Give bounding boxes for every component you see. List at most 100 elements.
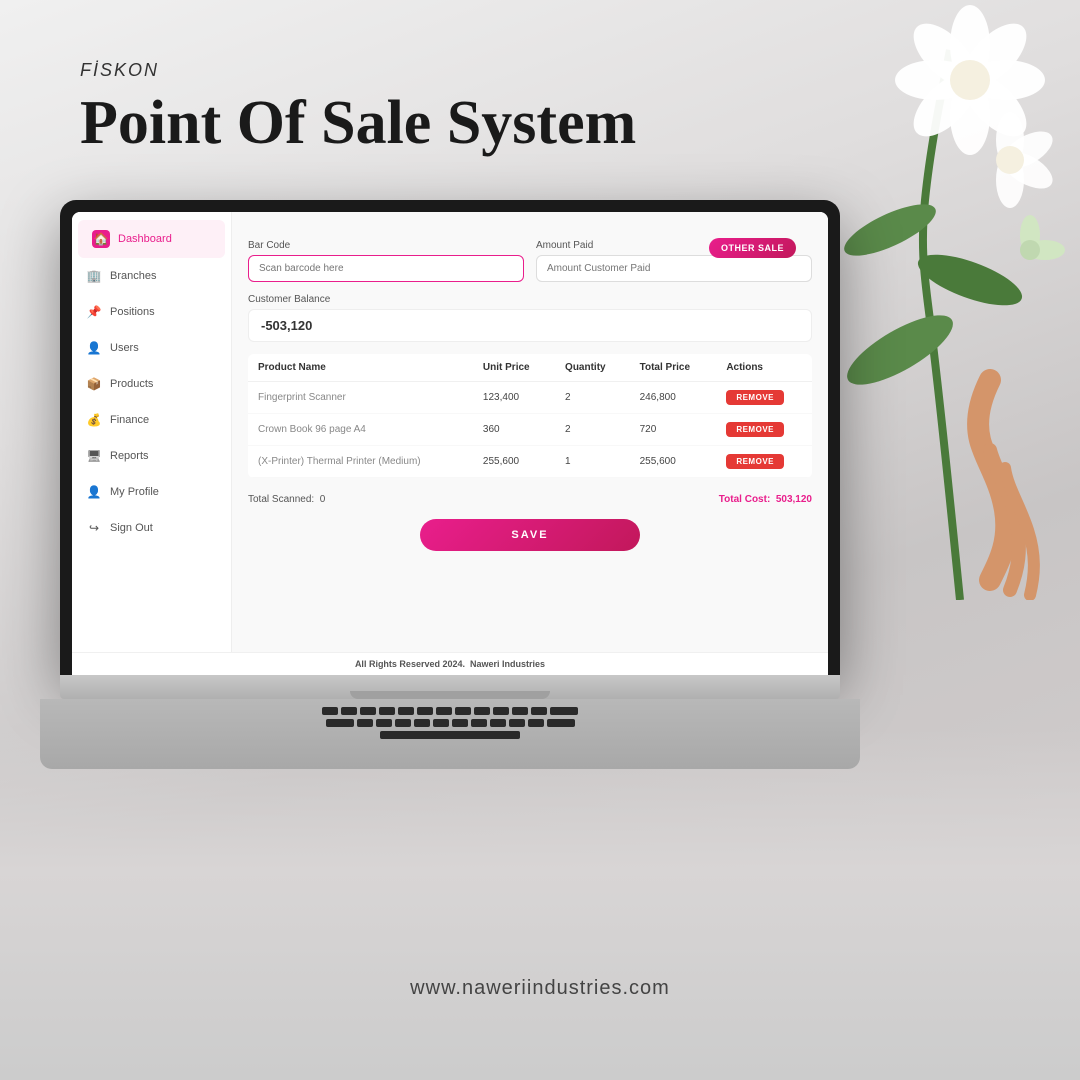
- sidebar-label-users: Users: [110, 342, 139, 354]
- amount-input[interactable]: [536, 255, 812, 282]
- quantity-cell: 1: [555, 446, 630, 478]
- key: [357, 719, 373, 727]
- laptop-keyboard: [40, 699, 860, 769]
- product-name-cell: (X-Printer) Thermal Printer (Medium): [248, 446, 473, 478]
- unit-price-cell: 255,600: [473, 446, 555, 478]
- key: [455, 707, 471, 715]
- sidebar-item-reports[interactable]: 🖥 Reports: [72, 438, 231, 474]
- home-icon: 🏠: [92, 230, 110, 248]
- balance-label: Customer Balance: [248, 294, 812, 305]
- sidebar: 🏠 Dashboard 🏢 Branches 📌 Positions 👤 Use…: [72, 212, 232, 652]
- col-actions: Actions: [716, 354, 812, 382]
- branding-area: FİSKON Point Of Sale System: [80, 60, 636, 157]
- website-url: www.naweriindustries.com: [410, 977, 670, 1000]
- remove-button-2[interactable]: REMOVE: [726, 454, 784, 469]
- barcode-label: Bar Code: [248, 240, 524, 251]
- col-quantity: Quantity: [555, 354, 630, 382]
- app-footer: All Rights Reserved 2024. Naweri Industr…: [72, 652, 828, 675]
- table-footer: Total Scanned: 0 Total Cost: 503,120: [248, 490, 812, 509]
- products-table: Product Name Unit Price Quantity Total P…: [248, 354, 812, 478]
- laptop-screen-frame: 🏠 Dashboard 🏢 Branches 📌 Positions 👤 Use…: [60, 200, 840, 675]
- laptop-screen: 🏠 Dashboard 🏢 Branches 📌 Positions 👤 Use…: [72, 212, 828, 675]
- desk-surface: [0, 730, 1080, 1080]
- sidebar-item-branches[interactable]: 🏢 Branches: [72, 258, 231, 294]
- sidebar-item-dashboard[interactable]: 🏠 Dashboard: [78, 220, 225, 258]
- key: [512, 707, 528, 715]
- balance-section: Customer Balance -503,120: [248, 294, 812, 342]
- key: [509, 719, 525, 727]
- key: [398, 707, 414, 715]
- save-button[interactable]: SAVE: [420, 519, 640, 551]
- company-name: FİSKON: [80, 60, 636, 81]
- key: [531, 707, 547, 715]
- finance-icon: 💰: [86, 412, 102, 428]
- total-price-cell: 246,800: [630, 382, 717, 414]
- myprofile-icon: 👤: [86, 484, 102, 500]
- quantity-cell: 2: [555, 414, 630, 446]
- key: [417, 707, 433, 715]
- total-cost: Total Cost: 503,120: [719, 494, 812, 505]
- sidebar-label-branches: Branches: [110, 270, 156, 282]
- sidebar-item-positions[interactable]: 📌 Positions: [72, 294, 231, 330]
- key: [474, 707, 490, 715]
- barcode-group: Bar Code: [248, 240, 524, 282]
- balance-value: -503,120: [248, 309, 812, 342]
- remove-button-0[interactable]: REMOVE: [726, 390, 784, 405]
- key: [547, 719, 575, 727]
- sidebar-item-products[interactable]: 📦 Products: [72, 366, 231, 402]
- sidebar-label-signout: Sign Out: [110, 522, 153, 534]
- pos-app: 🏠 Dashboard 🏢 Branches 📌 Positions 👤 Use…: [72, 212, 828, 652]
- key: [528, 719, 544, 727]
- col-unit-price: Unit Price: [473, 354, 555, 382]
- table-row: Fingerprint Scanner 123,400 2 246,800 RE…: [248, 382, 812, 414]
- actions-cell: REMOVE: [716, 414, 812, 446]
- total-price-cell: 720: [630, 414, 717, 446]
- unit-price-cell: 360: [473, 414, 555, 446]
- barcode-input[interactable]: [248, 255, 524, 282]
- key: [433, 719, 449, 727]
- quantity-cell: 2: [555, 382, 630, 414]
- spacebar: [380, 731, 520, 739]
- sidebar-label-dashboard: Dashboard: [118, 233, 172, 245]
- signout-icon: ↪: [86, 520, 102, 536]
- key: [490, 719, 506, 727]
- users-icon: 👤: [86, 340, 102, 356]
- laptop: 🏠 Dashboard 🏢 Branches 📌 Positions 👤 Use…: [60, 200, 840, 769]
- total-scanned: Total Scanned: 0: [248, 494, 325, 505]
- table-row: (X-Printer) Thermal Printer (Medium) 255…: [248, 446, 812, 478]
- laptop-base: [60, 675, 840, 699]
- unit-price-cell: 123,400: [473, 382, 555, 414]
- product-name-cell: Crown Book 96 page A4: [248, 414, 473, 446]
- key: [326, 719, 354, 727]
- branches-icon: 🏢: [86, 268, 102, 284]
- sidebar-label-finance: Finance: [110, 414, 149, 426]
- key: [360, 707, 376, 715]
- total-price-cell: 255,600: [630, 446, 717, 478]
- sidebar-label-positions: Positions: [110, 306, 155, 318]
- sidebar-item-finance[interactable]: 💰 Finance: [72, 402, 231, 438]
- other-sale-button[interactable]: OTHER SALE: [709, 238, 796, 258]
- keyboard-keys: [40, 699, 860, 747]
- key: [395, 719, 411, 727]
- actions-cell: REMOVE: [716, 446, 812, 478]
- sidebar-label-products: Products: [110, 378, 153, 390]
- sidebar-item-myprofile[interactable]: 👤 My Profile: [72, 474, 231, 510]
- tagline: Point Of Sale System: [80, 89, 636, 157]
- table-row: Crown Book 96 page A4 360 2 720 REMOVE: [248, 414, 812, 446]
- sidebar-item-users[interactable]: 👤 Users: [72, 330, 231, 366]
- remove-button-1[interactable]: REMOVE: [726, 422, 784, 437]
- sidebar-item-signout[interactable]: ↪ Sign Out: [72, 510, 231, 546]
- key: [471, 719, 487, 727]
- col-total-price: Total Price: [630, 354, 717, 382]
- key: [452, 719, 468, 727]
- sidebar-label-myprofile: My Profile: [110, 486, 159, 498]
- key: [493, 707, 509, 715]
- key: [341, 707, 357, 715]
- key: [376, 719, 392, 727]
- key: [379, 707, 395, 715]
- key: [414, 719, 430, 727]
- reports-icon: 🖥: [86, 448, 102, 464]
- key: [436, 707, 452, 715]
- col-product-name: Product Name: [248, 354, 473, 382]
- product-name-cell: Fingerprint Scanner: [248, 382, 473, 414]
